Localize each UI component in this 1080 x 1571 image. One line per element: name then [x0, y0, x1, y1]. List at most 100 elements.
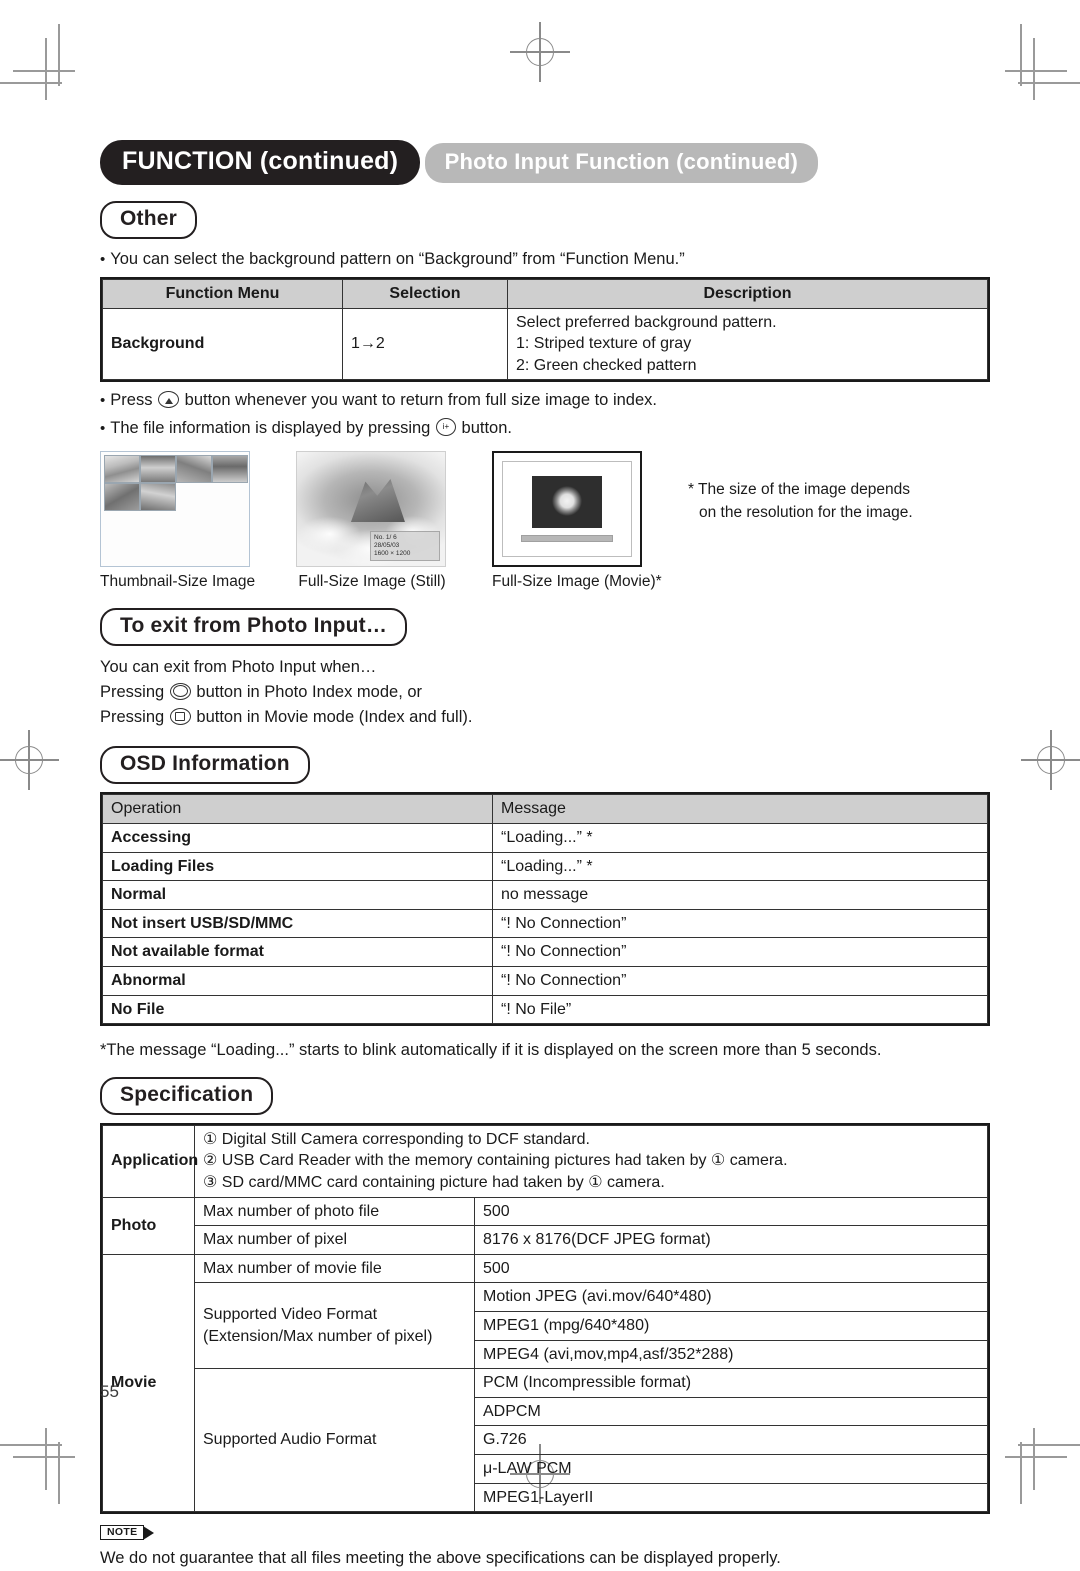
video-format-name-line-2: (Extension/Max number of pixel) [203, 1327, 433, 1345]
cell-message: “! No Connection” [492, 908, 988, 939]
cell-message: “! No Connection” [492, 937, 988, 967]
registration-mark-right [1021, 730, 1080, 790]
col-header-function-menu: Function Menu [102, 278, 343, 309]
osd-information-table: Operation Message Accessing “Loading...”… [102, 794, 988, 1025]
cell-application-label: Application [102, 1124, 198, 1198]
table-row: Not insert USB/SD/MMC “! No Connection” [102, 908, 988, 939]
table-row-audio-format-1: Supported Audio Format PCM (Incompressib… [103, 1368, 988, 1513]
cell-photo-value-1: 500 [474, 1196, 988, 1227]
bullet-background-pattern: • You can select the background pattern … [100, 248, 990, 272]
subheading-exit: To exit from Photo Input… [100, 608, 408, 647]
cell-photo-label: Photo [102, 1196, 195, 1255]
thumbnail-cell [212, 455, 248, 484]
col-header-selection: Selection [342, 278, 508, 309]
table-row: Abnormal “! No Connection” [102, 965, 988, 996]
example-still: No. 1/ 6 28/05/03 1600 × 1200 Full-Size … [296, 451, 448, 591]
image-examples: Thumbnail-Size Image No. 1/ 6 28/05/03 1… [100, 451, 990, 591]
cell-operation: Not available format [102, 937, 493, 967]
cell-operation: Abnormal [102, 965, 493, 996]
registration-mark-left [0, 730, 59, 790]
col-header-message: Message [492, 794, 988, 824]
exit-line-1: You can exit from Photo Input when… [100, 658, 377, 677]
table-row: Background 1→2 Select preferred backgrou… [102, 307, 988, 381]
image-size-note-line-1: * The size of the image depends [688, 481, 911, 499]
thumbnail-cell [104, 483, 140, 512]
photo-index-button-icon [169, 682, 191, 700]
osd-overlay: No. 1/ 6 28/05/03 1600 × 1200 [370, 530, 440, 562]
background-table: Function Menu Selection Description Back… [102, 278, 988, 381]
exit-line-3: Pressing button in Movie mode (Index and… [100, 705, 990, 730]
cell-video-format-name: Supported Video Format (Extension/Max nu… [194, 1282, 475, 1370]
press-text: button whenever you want to return from … [184, 391, 657, 410]
bullet-dot-icon: • [100, 420, 106, 438]
table-row-application: Application ① Digital Still Camera corre… [102, 1124, 988, 1198]
movie-mode-button-icon [169, 707, 191, 725]
bullet-background-text: You can select the background pattern on… [110, 250, 685, 268]
page-number: 55 [100, 1382, 119, 1401]
thumbnail-cell [176, 455, 212, 484]
table-header-row: Operation Message [102, 794, 988, 824]
cell-operation: Not insert USB/SD/MMC [102, 908, 493, 939]
exit-line-2-prefix: Pressing [100, 682, 165, 701]
cell-selection: 1→2 [342, 307, 508, 381]
thumbnail-cell [140, 483, 176, 512]
table-row: Accessing “Loading...” * [102, 822, 988, 853]
cell-photo-name-2: Max number of pixel [194, 1225, 475, 1255]
bullet-file-information: • The file information is displayed by p… [100, 417, 990, 441]
cell-description: Select preferred background pattern. 1: … [507, 307, 988, 381]
osd-footnote: *The message “Loading...” starts to blin… [100, 1041, 882, 1060]
thumbnail-grid [104, 455, 248, 512]
cell-message: no message [492, 880, 988, 910]
caption-movie: Full-Size Image (Movie)* [492, 573, 662, 591]
cell-operation: Normal [102, 880, 493, 910]
description-line-2: 1: Striped texture of gray [516, 335, 692, 353]
movie-progress-bar [521, 535, 613, 543]
table-row-photo-2: Max number of pixel 8176 x 8176(DCF JPEG… [103, 1225, 988, 1255]
press-label: Press [110, 391, 153, 410]
table-row: Normal no message [102, 880, 988, 910]
thumbnail-grid-image [100, 451, 250, 568]
exit-line-2: Pressing button in Photo Index mode, or [100, 680, 990, 705]
cell-application-items: ① Digital Still Camera corresponding to … [194, 1124, 988, 1198]
return-button-icon [158, 391, 180, 409]
table-row: Loading Files “Loading...” * [102, 851, 988, 882]
cell-video-format-value-1: Motion JPEG (avi.mov/640*480) [474, 1282, 988, 1313]
cell-photo-value-2: 8176 x 8176(DCF JPEG format) [474, 1225, 988, 1255]
col-header-operation: Operation [102, 794, 493, 824]
cell-audio-format-value-5: MPEG1-LayerII [474, 1482, 988, 1513]
cell-audio-format-value-2: ADPCM [474, 1396, 988, 1427]
table-header-row: Function Menu Selection Description [102, 278, 988, 309]
thumbnail-cell [140, 455, 176, 484]
cell-video-format-value-2: MPEG1 (mpg/640*480) [474, 1311, 988, 1341]
exit-instructions: You can exit from Photo Input when… Pres… [100, 655, 990, 729]
cell-function-menu: Background [102, 307, 343, 381]
subheading-other: Other [100, 201, 198, 239]
chapter-heading: FUNCTION (continued) [100, 140, 421, 185]
image-size-note-line-2: on the resolution for the image. [699, 503, 913, 521]
file-info-label: The file information is displayed by pre… [110, 419, 431, 438]
application-item-2: ② USB Card Reader with the memory contai… [203, 1152, 788, 1170]
video-format-name-line-1: Supported Video Format [203, 1306, 378, 1324]
osd-table-wrapper: Operation Message Accessing “Loading...”… [100, 792, 990, 1027]
osd-overlay-line-3: 1600 × 1200 [374, 550, 411, 558]
background-table-wrapper: Function Menu Selection Description Back… [100, 276, 990, 383]
table-row: No File “! No File” [102, 994, 988, 1025]
cell-operation: No File [102, 994, 493, 1025]
thumbnail-cell [104, 455, 140, 484]
note-marker-row: NOTE [100, 1525, 990, 1541]
specification-table: Application ① Digital Still Camera corre… [102, 1124, 988, 1513]
cell-audio-format-value-3: G.726 [474, 1425, 988, 1456]
full-size-still-image: No. 1/ 6 28/05/03 1600 × 1200 [296, 451, 446, 568]
exit-line-2-suffix: button in Photo Index mode, or [196, 682, 423, 701]
caption-thumbnail: Thumbnail-Size Image [100, 573, 256, 591]
cell-movie-max-file-name: Max number of movie file [194, 1253, 475, 1284]
cell-message: “Loading...” * [492, 851, 988, 882]
caption-still: Full-Size Image (Still) [298, 573, 446, 591]
example-movie: Full-Size Image (Movie)* [492, 451, 662, 591]
exit-line-3-prefix: Pressing [100, 707, 165, 726]
cell-audio-format-value-4: μ-LAW PCM [474, 1454, 988, 1484]
bullet-dot-icon: • [100, 392, 106, 410]
note-tag: NOTE [100, 1525, 155, 1541]
section-heading: Photo Input Function (continued) [424, 143, 819, 183]
movie-thumbnail-picture [532, 476, 602, 529]
